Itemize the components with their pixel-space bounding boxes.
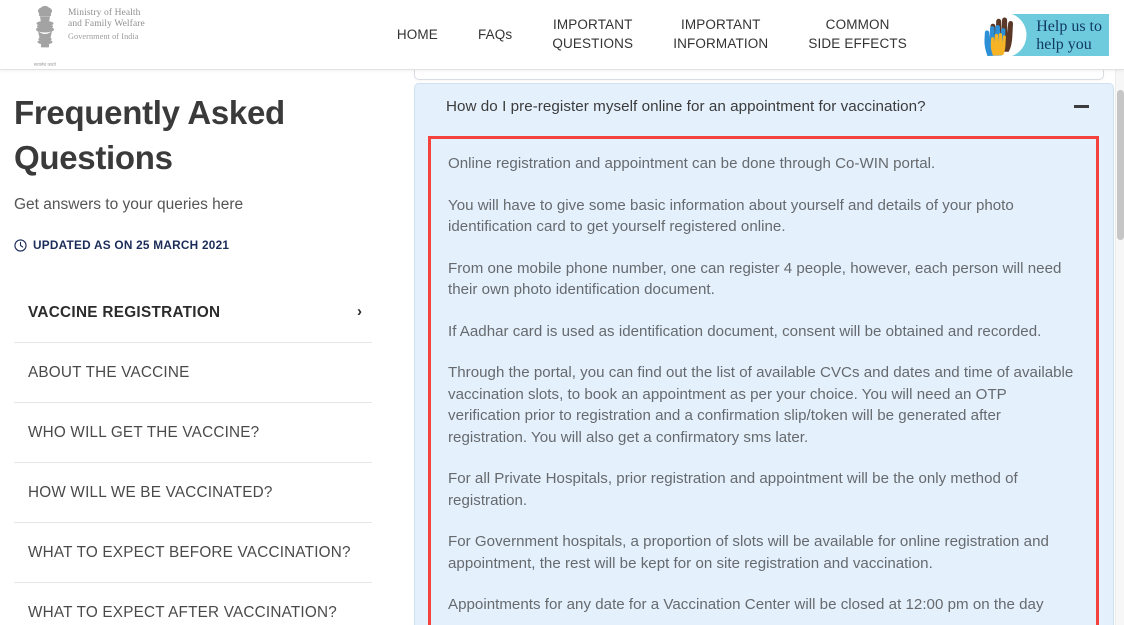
nav-item-important-information[interactable]: IMPORTANT INFORMATION	[653, 16, 788, 53]
page-title: Frequently Asked Questions	[14, 94, 285, 176]
ministry-line-1: Ministry of Health	[68, 7, 141, 18]
faq-question-header[interactable]: How do I pre-register myself online for …	[415, 84, 1113, 129]
sidebar-item-label: VACCINE REGISTRATION	[28, 304, 221, 321]
sidebar-item-what-to-expect-before-vaccination[interactable]: WHAT TO EXPECT BEFORE VACCINATION?	[14, 523, 372, 583]
help-us-banner[interactable]: Help us to help you	[978, 12, 1110, 58]
faq-accordion-item-open: How do I pre-register myself online for …	[414, 83, 1114, 625]
faq-content-area: How do I pre-register myself online for …	[400, 70, 1124, 625]
answer-highlight-box: Online registration and appointment can …	[428, 136, 1099, 625]
india-emblem-icon	[36, 5, 54, 47]
previous-faq-card[interactable]	[414, 70, 1104, 80]
help-banner-text: Help us to help you	[1036, 17, 1102, 53]
sidebar-item-label: WHO WILL GET THE VACCINE?	[28, 424, 260, 441]
sidebar-item-label: WHAT TO EXPECT BEFORE VACCINATION?	[28, 544, 351, 561]
sidebar-item-label: ABOUT THE VACCINE	[28, 364, 190, 381]
answer-paragraph: You will have to give some basic informa…	[448, 196, 1014, 236]
updated-date: UPDATED AS ON 25 MARCH 2021	[14, 238, 372, 252]
page-scrollbar[interactable]	[1115, 70, 1124, 625]
three-hands-icon	[981, 12, 1027, 58]
answer-paragraph: For Government hospitals, a proportion o…	[448, 533, 1049, 572]
answer-paragraph: If Aadhar card is used as identification…	[448, 322, 1042, 340]
sidebar-item-vaccine-registration[interactable]: VACCINE REGISTRATION ›	[14, 300, 372, 343]
nav-item-faqs[interactable]: FAQs	[458, 26, 532, 44]
site-header: सत्यमेव जयते Ministry of Health and Fami…	[0, 0, 1124, 70]
ministry-line-2: and Family Welfare	[68, 19, 145, 29]
faq-sidebar: Frequently Asked Questions Get answers t…	[0, 70, 400, 625]
nav-item-common-side-effects[interactable]: COMMON SIDE EFFECTS	[788, 16, 927, 53]
answer-paragraph: Online registration and appointment can …	[448, 155, 936, 172]
emblem-caption: सत्यमेव जयते	[33, 61, 57, 67]
answer-paragraph: For all Private Hospitals, prior registr…	[448, 470, 1018, 509]
sidebar-item-label: WHAT TO EXPECT AFTER VACCINATION?	[28, 604, 337, 621]
chevron-right-icon: ›	[357, 303, 362, 320]
page-subtitle: Get answers to your queries here	[14, 196, 244, 213]
main-navigation: HOME FAQs IMPORTANT QUESTIONS IMPORTANT …	[377, 16, 927, 53]
faq-question-text: How do I pre-register myself online for …	[446, 98, 926, 115]
sidebar-item-label: HOW WILL WE BE VACCINATED?	[28, 484, 273, 501]
sidebar-item-what-to-expect-after-vaccination[interactable]: WHAT TO EXPECT AFTER VACCINATION?	[14, 583, 372, 625]
nav-item-important-questions[interactable]: IMPORTANT QUESTIONS	[532, 16, 653, 53]
scrollbar-thumb[interactable]	[1117, 90, 1124, 240]
emblem-wrapper: सत्यमेव जयते	[30, 2, 60, 68]
ministry-logo[interactable]: सत्यमेव जयते Ministry of Health and Fami…	[30, 2, 145, 68]
nav-item-home[interactable]: HOME	[377, 26, 458, 44]
sidebar-item-how-will-we-be-vaccinated[interactable]: HOW WILL WE BE VACCINATED?	[14, 463, 372, 523]
sidebar-item-about-the-vaccine[interactable]: ABOUT THE VACCINE	[14, 343, 372, 403]
minus-icon[interactable]	[1074, 105, 1089, 108]
faq-category-list: VACCINE REGISTRATION › ABOUT THE VACCINE…	[14, 300, 372, 625]
answer-paragraph: Appointments for any date for a Vaccinat…	[448, 596, 1044, 613]
updated-date-text: UPDATED AS ON 25 MARCH 2021	[33, 238, 230, 252]
answer-paragraph: Through the portal, you can find out the…	[448, 364, 1074, 446]
faq-answer-body: Online registration and appointment can …	[431, 139, 1096, 616]
sidebar-item-who-will-get-the-vaccine[interactable]: WHO WILL GET THE VACCINE?	[14, 403, 372, 463]
answer-paragraph: From one mobile phone number, one can re…	[448, 259, 1062, 299]
clock-icon	[14, 238, 27, 252]
ministry-line-3: Government of India	[68, 31, 139, 41]
ministry-name: Ministry of Health and Family Welfare Go…	[68, 8, 145, 43]
